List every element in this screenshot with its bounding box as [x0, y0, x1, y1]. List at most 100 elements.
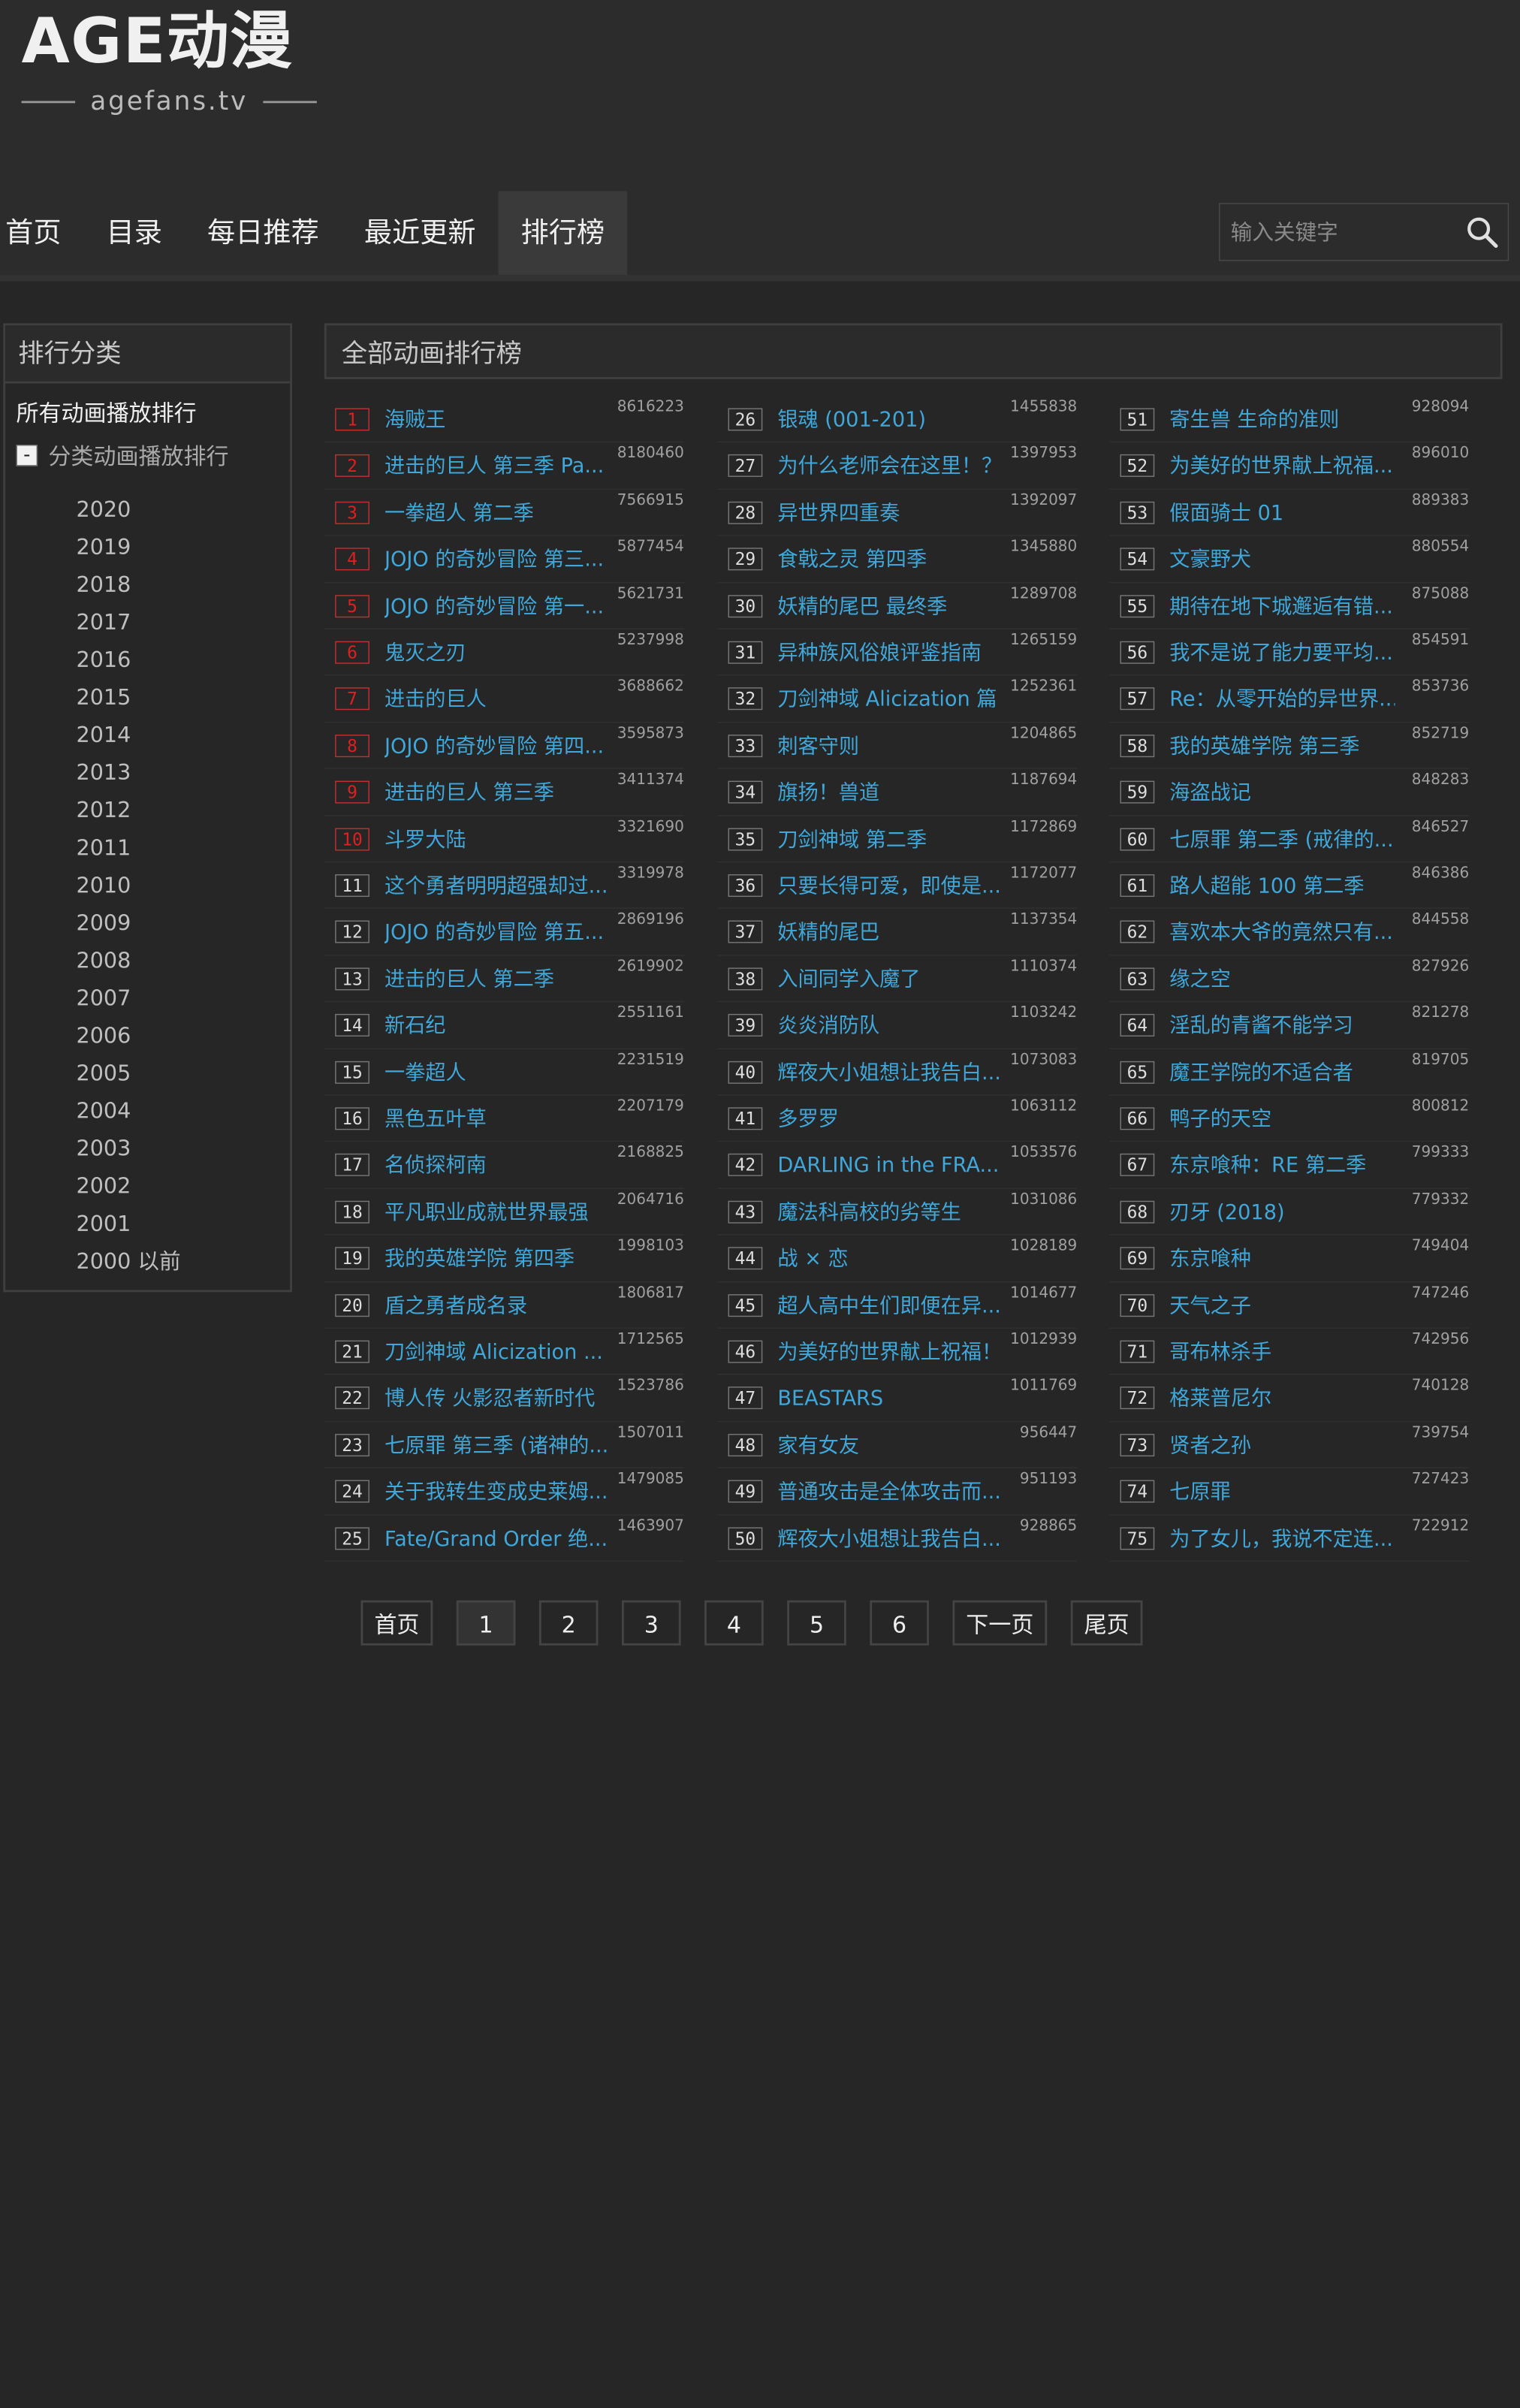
- anime-title-link[interactable]: 天气之子: [1169, 1292, 1395, 1320]
- anime-title-link[interactable]: JOJO 的奇妙冒险 第五...: [385, 919, 610, 946]
- anime-title-link[interactable]: 妖精的尾巴 最终季: [777, 593, 1003, 620]
- pagination-page-button[interactable]: 2: [538, 1600, 599, 1646]
- anime-title-link[interactable]: 一拳超人 第二季: [385, 499, 610, 527]
- sidebar-year-item[interactable]: 2009: [77, 904, 181, 942]
- anime-title-link[interactable]: 路人超能 100 第二季: [1169, 872, 1395, 900]
- anime-title-link[interactable]: BEASTARS: [777, 1385, 1003, 1413]
- anime-title-link[interactable]: 黑色五叶草: [385, 1105, 610, 1133]
- anime-title-link[interactable]: 海贼王: [385, 406, 610, 434]
- anime-title-link[interactable]: JOJO 的奇妙冒险 第四...: [385, 732, 610, 760]
- anime-title-link[interactable]: 哥布林杀手: [1169, 1338, 1395, 1366]
- pagination-next-button[interactable]: 下一页: [952, 1600, 1048, 1646]
- sidebar-year-item[interactable]: 2011: [77, 829, 181, 867]
- anime-title-link[interactable]: 异种族风俗娘评鉴指南: [777, 639, 1003, 667]
- anime-title-link[interactable]: 平凡职业成就世界最强: [385, 1199, 610, 1227]
- anime-title-link[interactable]: 文豪野犬: [1169, 546, 1395, 574]
- collapse-icon[interactable]: -: [16, 445, 38, 466]
- anime-title-link[interactable]: 缘之空: [1169, 965, 1395, 993]
- nav-home[interactable]: 首页: [0, 192, 84, 276]
- anime-title-link[interactable]: 妖精的尾巴: [777, 919, 1003, 946]
- anime-title-link[interactable]: 东京喰种: [1169, 1245, 1395, 1273]
- pagination-page-button[interactable]: 6: [870, 1600, 929, 1646]
- anime-title-link[interactable]: 普通攻击是全体攻击而...: [777, 1478, 1003, 1506]
- anime-title-link[interactable]: 多罗罗: [777, 1105, 1003, 1133]
- sidebar-year-item[interactable]: 2007: [77, 979, 181, 1017]
- sidebar-year-item[interactable]: 2014: [77, 717, 181, 754]
- anime-title-link[interactable]: 七原罪 第三季 (诸神的...: [385, 1432, 610, 1459]
- sidebar-year-item[interactable]: 2002: [77, 1167, 181, 1205]
- anime-title-link[interactable]: 食戟之灵 第四季: [777, 546, 1003, 574]
- sidebar-year-item[interactable]: 2019: [77, 529, 181, 566]
- anime-title-link[interactable]: 关于我转生变成史莱姆...: [385, 1478, 610, 1506]
- nav-daily-recommend[interactable]: 每日推荐: [185, 192, 342, 276]
- anime-title-link[interactable]: 只要长得可爱，即使是...: [777, 872, 1003, 900]
- anime-title-link[interactable]: 七原罪 第二季 (戒律的...: [1169, 825, 1395, 853]
- anime-title-link[interactable]: 为了女儿，我说不定连...: [1169, 1525, 1395, 1553]
- sidebar-year-item[interactable]: 2018: [77, 566, 181, 604]
- anime-title-link[interactable]: 超人高中生们即便在异...: [777, 1292, 1003, 1320]
- anime-title-link[interactable]: 进击的巨人 第三季: [385, 779, 610, 807]
- anime-title-link[interactable]: 寄生兽 生命的准则: [1169, 406, 1395, 434]
- sidebar-year-item[interactable]: 2012: [77, 792, 181, 829]
- sidebar-year-item[interactable]: 2008: [77, 942, 181, 979]
- anime-title-link[interactable]: 盾之勇者成名录: [385, 1292, 610, 1320]
- sidebar-year-item[interactable]: 2016: [77, 641, 181, 679]
- anime-title-link[interactable]: 辉夜大小姐想让我告白...: [777, 1525, 1003, 1553]
- anime-title-link[interactable]: 格莱普尼尔: [1169, 1385, 1395, 1413]
- anime-title-link[interactable]: Fate/Grand Order 绝...: [385, 1525, 610, 1553]
- anime-title-link[interactable]: 一拳超人: [385, 1058, 610, 1086]
- search-input[interactable]: [1220, 204, 1457, 261]
- sidebar-year-item[interactable]: 2017: [77, 604, 181, 641]
- anime-title-link[interactable]: DARLING in the FRA...: [777, 1152, 1003, 1180]
- anime-title-link[interactable]: 魔法科高校的劣等生: [777, 1199, 1003, 1227]
- pagination-last-button[interactable]: 尾页: [1070, 1600, 1143, 1646]
- anime-title-link[interactable]: 鬼灭之刃: [385, 639, 610, 667]
- sidebar-year-item[interactable]: 2001: [77, 1205, 181, 1242]
- sidebar-item-all[interactable]: 所有动画播放排行: [16, 397, 196, 429]
- search-icon[interactable]: [1465, 215, 1500, 249]
- anime-title-link[interactable]: 旗扬！兽道: [777, 779, 1003, 807]
- anime-title-link[interactable]: 假面骑士 01: [1169, 499, 1395, 527]
- anime-title-link[interactable]: 进击的巨人 第二季: [385, 965, 610, 993]
- anime-title-link[interactable]: 战 × 恋: [777, 1245, 1003, 1273]
- nav-ranking[interactable]: 排行榜: [498, 191, 628, 276]
- anime-title-link[interactable]: 刀剑神域 Alicization 篇: [777, 686, 1003, 714]
- anime-title-link[interactable]: 东京喰种：RE 第二季: [1169, 1152, 1395, 1180]
- anime-title-link[interactable]: 银魂 (001-201): [777, 406, 1003, 434]
- anime-title-link[interactable]: 新石纪: [385, 1012, 610, 1040]
- anime-title-link[interactable]: 魔王学院的不适合者: [1169, 1058, 1395, 1086]
- site-logo[interactable]: AGE动漫 agefans.tv: [21, 7, 322, 125]
- pagination-first-button[interactable]: 首页: [360, 1600, 433, 1646]
- anime-title-link[interactable]: 我的英雄学院 第四季: [385, 1245, 610, 1273]
- anime-title-link[interactable]: 进击的巨人: [385, 686, 610, 714]
- anime-title-link[interactable]: 家有女友: [777, 1432, 1003, 1459]
- anime-title-link[interactable]: 为美好的世界献上祝福...: [1169, 453, 1395, 481]
- anime-title-link[interactable]: 鸭子的天空: [1169, 1105, 1395, 1133]
- sidebar-year-item[interactable]: 2004: [77, 1092, 181, 1130]
- anime-title-link[interactable]: 七原罪: [1169, 1478, 1395, 1506]
- anime-title-link[interactable]: 刀剑神域 Alicization ...: [385, 1338, 610, 1366]
- anime-title-link[interactable]: 淫乱的青酱不能学习: [1169, 1012, 1395, 1040]
- sidebar-year-item[interactable]: 2013: [77, 754, 181, 792]
- anime-title-link[interactable]: 期待在地下城邂逅有错...: [1169, 593, 1395, 620]
- anime-title-link[interactable]: 我不是说了能力要平均...: [1169, 639, 1395, 667]
- sidebar-year-item[interactable]: 2020: [77, 491, 181, 529]
- pagination-page-button[interactable]: 4: [704, 1600, 764, 1646]
- anime-title-link[interactable]: 喜欢本大爷的竟然只有...: [1169, 919, 1395, 946]
- pagination-page-button[interactable]: 5: [787, 1600, 846, 1646]
- anime-title-link[interactable]: 刀剑神域 第二季: [777, 825, 1003, 853]
- sidebar-item-category[interactable]: - 分类动画播放排行: [16, 439, 229, 472]
- sidebar-year-item[interactable]: 2000 以前: [77, 1243, 181, 1281]
- sidebar-year-item[interactable]: 2006: [77, 1017, 181, 1055]
- anime-title-link[interactable]: 博人传 火影忍者新时代: [385, 1385, 610, 1413]
- nav-recent-updates[interactable]: 最近更新: [342, 192, 499, 276]
- nav-catalog[interactable]: 目录: [84, 192, 185, 276]
- anime-title-link[interactable]: 刺客守则: [777, 732, 1003, 760]
- anime-title-link[interactable]: 斗罗大陆: [385, 825, 610, 853]
- sidebar-year-item[interactable]: 2005: [77, 1055, 181, 1092]
- pagination-page-button[interactable]: 1: [456, 1600, 516, 1646]
- sidebar-year-item[interactable]: 2010: [77, 867, 181, 904]
- pagination-page-button[interactable]: 3: [621, 1600, 681, 1646]
- anime-title-link[interactable]: 异世界四重奏: [777, 499, 1003, 527]
- anime-title-link[interactable]: 海盗战记: [1169, 779, 1395, 807]
